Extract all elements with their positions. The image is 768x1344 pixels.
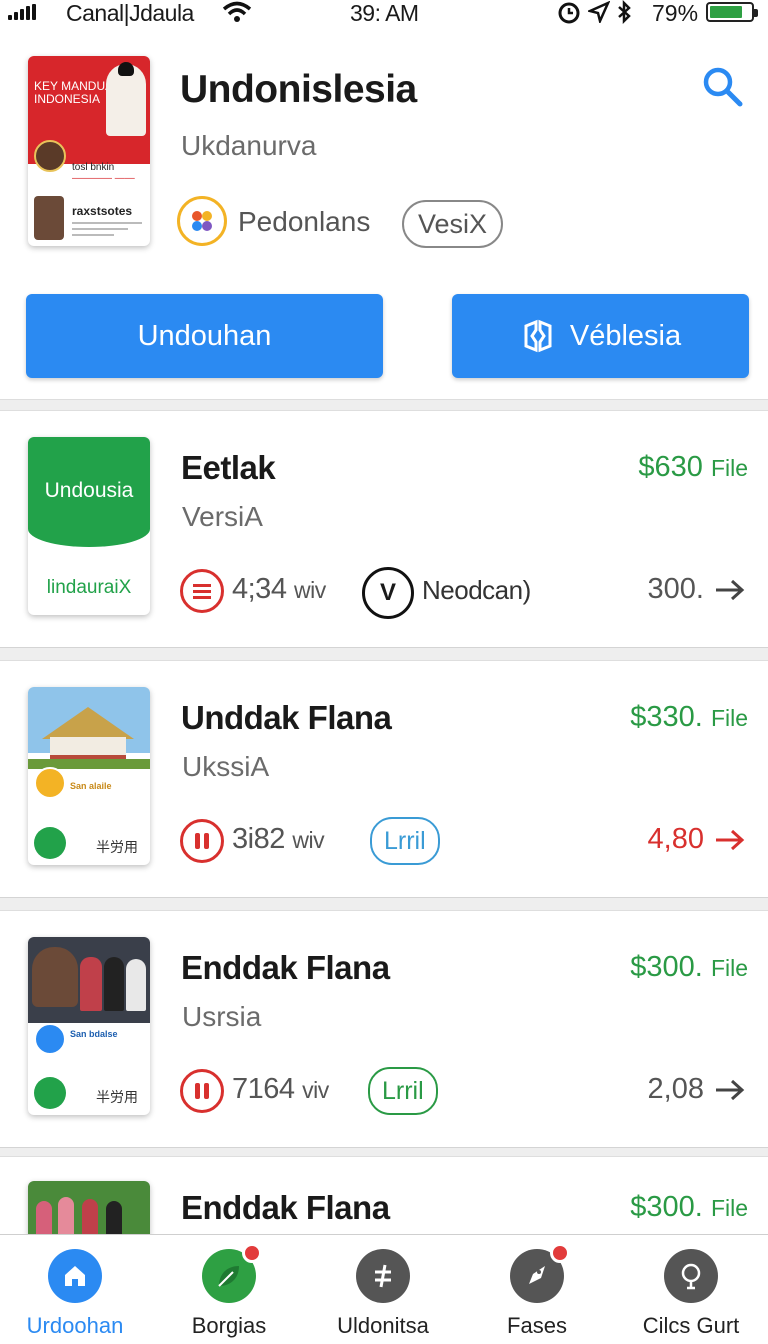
item-price: $300. File xyxy=(630,1191,748,1223)
item-thumbnail: San bdalse 半労用 xyxy=(28,937,150,1115)
battery-percent: 79% xyxy=(652,0,699,26)
item-count[interactable]: 4,80 xyxy=(648,823,746,856)
item-size: 7164 viv xyxy=(232,1073,329,1105)
thumb-caption: 半労用 xyxy=(96,1089,138,1105)
item-tag: Lrril xyxy=(368,1067,438,1115)
list-stat-icon xyxy=(180,819,224,863)
item-title: Enddak Flana xyxy=(181,1189,390,1226)
search-button[interactable] xyxy=(696,60,748,112)
bottom-tab-bar: Urdoohan Borgias Uldonitsa Fases Cilcs G… xyxy=(0,1234,768,1344)
list-item[interactable]: Undousia lindauraiX Eetlak VersiA $630 F… xyxy=(0,410,768,648)
cover-caption-2: raxstsotes xyxy=(72,204,133,218)
open-button[interactable]: Véblesia xyxy=(452,294,749,378)
alarm-icon xyxy=(556,0,582,29)
download-button[interactable]: Undouhan xyxy=(26,294,383,378)
item-tag: Lrril xyxy=(370,817,440,865)
home-icon xyxy=(48,1249,102,1303)
item-count[interactable]: 2,08 xyxy=(648,1073,746,1106)
developer-icon xyxy=(177,196,227,246)
thumb-caption: 半労用 xyxy=(96,839,138,855)
thumb-label: San alaile xyxy=(70,781,112,791)
app-subtitle: Ukdanurva xyxy=(181,130,317,161)
signal-icon xyxy=(8,4,36,20)
puzzle-icon xyxy=(524,319,552,353)
thumb-caption: lindauraiX xyxy=(46,577,132,598)
item-thumbnail: San alaile 半労用 xyxy=(28,687,150,865)
list-item[interactable]: Enddak Flana $300. File xyxy=(0,1156,768,1237)
list-item[interactable]: San bdalse 半労用 Enddak Flana Usrsia $300.… xyxy=(0,910,768,1148)
tab-favorites[interactable]: Fases xyxy=(462,1243,612,1339)
currency-icon xyxy=(356,1249,410,1303)
thumb-label: Undousia xyxy=(44,479,134,502)
app-cover-image: KEY MANDUAI INDONESIA tosl bnkin ———— —— … xyxy=(28,56,150,246)
wifi-icon xyxy=(222,0,252,29)
battery-icon xyxy=(706,2,758,22)
item-price: $330. File xyxy=(630,701,748,733)
notification-dot xyxy=(242,1243,262,1263)
bluetooth-icon xyxy=(616,0,632,29)
item-price: $630 File xyxy=(638,451,748,483)
item-subtitle: VersiA xyxy=(182,501,263,532)
item-title: Eetlak xyxy=(181,449,276,486)
item-thumbnail: Undousia lindauraiX xyxy=(28,437,150,615)
arrow-right-icon xyxy=(716,579,745,600)
tab-updates[interactable]: Uldonitsa xyxy=(308,1249,458,1339)
item-price: $300. File xyxy=(630,951,748,983)
app-header-card: KEY MANDUAI INDONESIA tosl bnkin ———— —— … xyxy=(0,30,768,400)
item-title: Enddak Flana xyxy=(181,949,390,986)
item-subtitle: UkssiA xyxy=(182,751,270,782)
item-count[interactable]: 300. xyxy=(648,573,746,606)
arrow-right-icon xyxy=(716,829,745,850)
item-thumbnail xyxy=(28,1181,150,1237)
item-title: Unddak Flana xyxy=(181,699,392,736)
lightbulb-icon xyxy=(664,1249,718,1303)
list-item[interactable]: San alaile 半労用 Unddak Flana UkssiA $330.… xyxy=(0,660,768,898)
item-badge-label: Neodcan) xyxy=(422,575,531,605)
clock: 39: AM xyxy=(350,0,419,26)
item-size: 4;34 wiv xyxy=(232,573,326,605)
thumb-label: San bdalse xyxy=(70,1029,118,1039)
item-size: 3i82 wiv xyxy=(232,823,325,855)
list-stat-icon xyxy=(180,569,224,613)
verified-icon: V xyxy=(362,567,414,619)
app-title: Undonislesia xyxy=(180,68,417,111)
notification-dot xyxy=(550,1243,570,1263)
item-subtitle: Usrsia xyxy=(182,1001,262,1032)
leaf-icon xyxy=(202,1243,262,1303)
list-stat-icon xyxy=(180,1069,224,1113)
developer-name[interactable]: Pedonlans xyxy=(238,206,370,238)
version-badge: VesiX xyxy=(402,200,504,248)
status-bar: Canal|Jdaula 39: AM 79% xyxy=(0,0,768,30)
cover-caption: tosl bnkin ———— —— xyxy=(72,162,135,184)
arrow-right-icon xyxy=(716,1079,745,1100)
rocket-icon xyxy=(510,1243,570,1303)
tab-download[interactable]: Urdoohan xyxy=(0,1249,150,1339)
carrier-name: Canal|Jdaula xyxy=(66,0,194,26)
search-icon xyxy=(703,67,743,107)
location-icon xyxy=(586,0,611,28)
tab-account[interactable]: Cilcs Gurt xyxy=(616,1249,766,1339)
tab-categories[interactable]: Borgias xyxy=(154,1243,304,1339)
